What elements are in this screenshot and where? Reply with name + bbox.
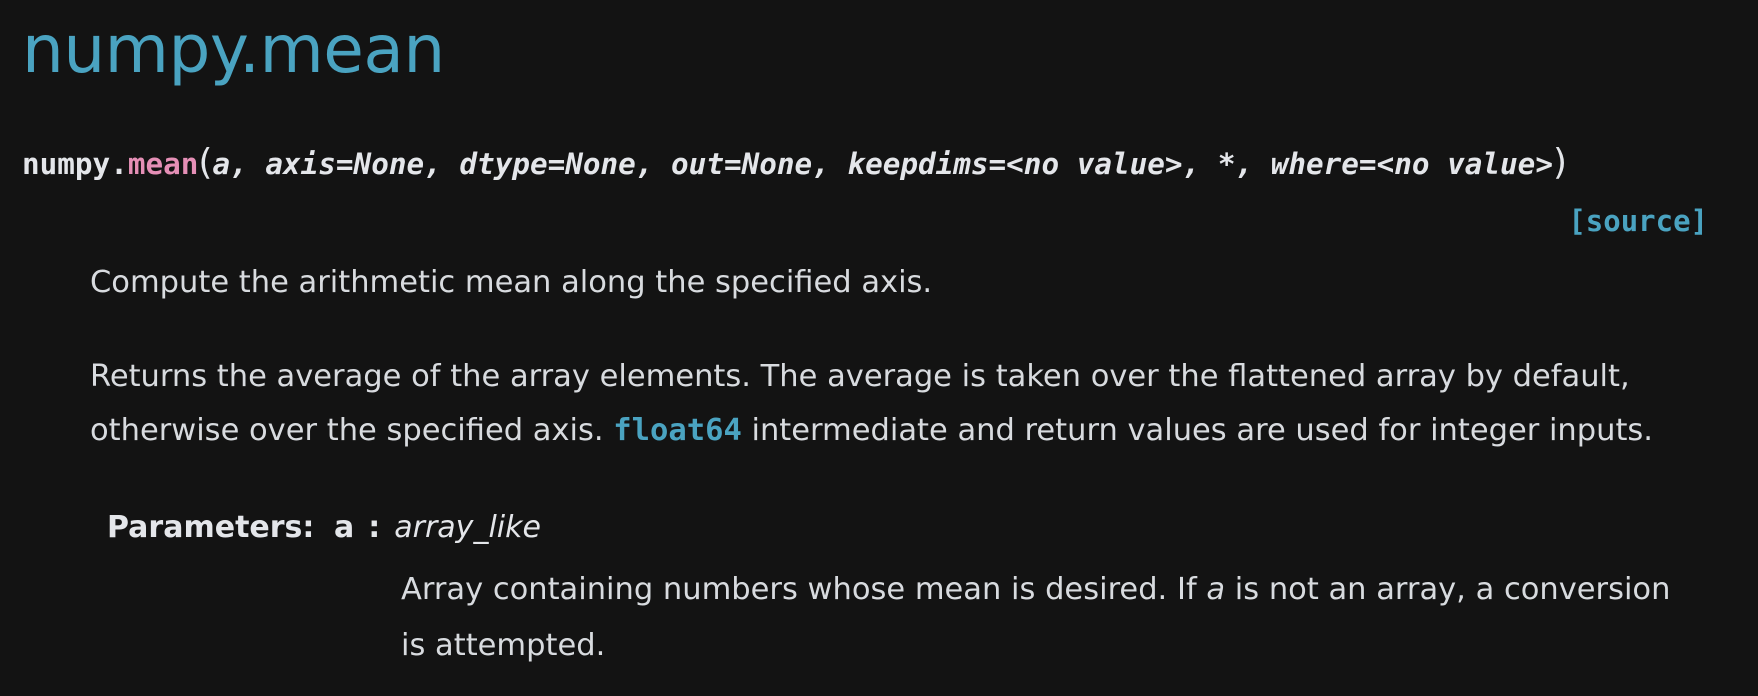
description-line-1: Returns the average of the array element… bbox=[90, 359, 1630, 394]
param-a-header: a: array_like bbox=[334, 501, 541, 555]
description-line-2-before: otherwise over the specified axis. bbox=[90, 413, 614, 448]
signature-params: a, axis=None, dtype=None, out=None, keep… bbox=[212, 147, 1553, 181]
signature-function-name: mean bbox=[127, 147, 199, 181]
param-desc-emphasis: a bbox=[1206, 572, 1226, 607]
param-name: a bbox=[334, 510, 355, 545]
param-desc-after: is not an array, a conversion bbox=[1225, 572, 1671, 607]
float64-link[interactable]: float64 bbox=[613, 413, 742, 448]
param-type: array_like bbox=[394, 510, 541, 545]
doc-page: numpy.mean numpy.mean(a, axis=None, dtyp… bbox=[0, 0, 1758, 696]
source-link[interactable]: [source] bbox=[1568, 198, 1708, 244]
signature-close-paren: ) bbox=[1552, 142, 1568, 183]
summary-text: Compute the arithmetic mean along the sp… bbox=[90, 265, 933, 300]
parameters-label: Parameters: bbox=[107, 510, 315, 545]
param-a-description-line-2: is attempted. bbox=[401, 628, 606, 663]
param-colon: : bbox=[368, 510, 381, 545]
description-line-2: otherwise over the specified axis. float… bbox=[90, 404, 1750, 458]
param-a-description-line-1: Array containing numbers whose mean is d… bbox=[401, 562, 1670, 618]
signature-module: numpy. bbox=[22, 147, 128, 181]
description-line-2-after: intermediate and return values are used … bbox=[741, 413, 1654, 448]
page-title: numpy.mean bbox=[22, 11, 445, 88]
param-desc-before: Array containing numbers whose mean is d… bbox=[401, 572, 1207, 607]
function-signature: numpy.mean(a, axis=None, dtype=None, out… bbox=[22, 139, 1567, 188]
signature-open-paren: ( bbox=[198, 142, 213, 183]
